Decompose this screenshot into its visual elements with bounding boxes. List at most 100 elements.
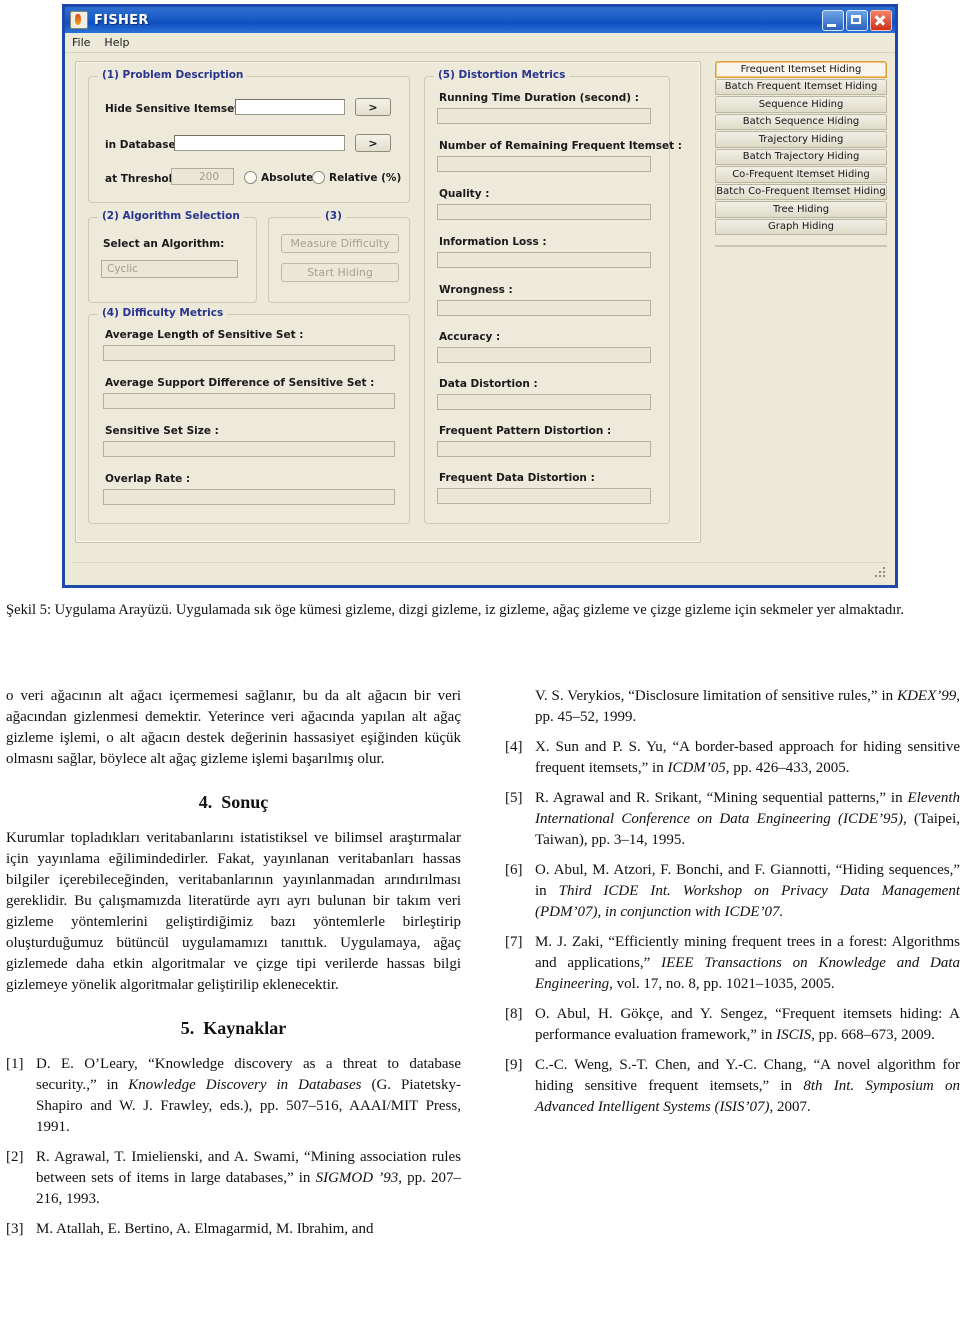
section-number-references: 5. (180, 1018, 195, 1039)
label-sensitive-set-size: Sensitive Set Size : (105, 425, 219, 437)
radio-absolute[interactable]: Absolute (244, 171, 313, 184)
group-actions: (3) Measure Difficulty Start Hiding (268, 210, 410, 303)
reference-text: , vol. 17, no. 8, pp. 1021–1035, 2005. (609, 976, 835, 992)
group-difficulty-metrics: (4) Difficulty Metrics Average Length of… (88, 307, 410, 524)
label-frequent-data-distortion: Frequent Data Distortion : (439, 472, 595, 484)
menu-item-file[interactable]: File (72, 36, 90, 49)
output-overlap-rate (103, 489, 395, 505)
reference-title-italic: KDEX’99 (897, 688, 957, 704)
measure-difficulty-button[interactable]: Measure Difficulty (281, 234, 399, 253)
input-hide-sensitive-itemset-set[interactable] (235, 99, 345, 115)
browse-itemset-button[interactable]: > (355, 98, 391, 116)
reference-title-italic: ISCIS (776, 1027, 812, 1043)
output-frequent-data-distortion (437, 488, 651, 504)
reference-text: R. Agrawal and R. Srikant, “Mining seque… (535, 790, 908, 806)
paragraph-conclusion: Kurumlar topladıkları veritabanlarını is… (6, 830, 461, 994)
tab-batch-sequence-hiding[interactable]: Batch Sequence Hiding (715, 113, 887, 130)
output-data-distortion (437, 394, 651, 410)
radio-relative[interactable]: Relative (%) (312, 171, 401, 184)
right-text-column: V. S. Verykios, “Disclosure limitation o… (505, 686, 960, 1127)
output-frequent-pattern-distortion (437, 441, 651, 457)
label-overlap-rate: Overlap Rate : (105, 473, 191, 485)
maximize-icon[interactable] (846, 10, 868, 31)
output-average-length-of-sensitive-set (103, 345, 395, 361)
label-data-distortion: Data Distortion : (439, 378, 538, 390)
menu-bar: File Help (65, 33, 895, 53)
radio-relative-dot[interactable] (312, 171, 325, 184)
section-title-conclusion: Sonuç (221, 792, 269, 812)
minimize-icon[interactable] (822, 10, 844, 31)
reference-item: [6] O. Abul, M. Atzori, F. Bonchi, and F.… (505, 860, 960, 923)
reference-item: [9] C.-C. Weng, S.-T. Chen, and Y.-C. Cha… (505, 1055, 960, 1118)
tab-tree-hiding[interactable]: Tree Hiding (715, 201, 887, 218)
label-information-loss: Information Loss : (439, 236, 547, 248)
tab-frequent-itemset-hiding[interactable]: Frequent Itemset Hiding (715, 61, 887, 78)
output-information-loss (437, 252, 651, 268)
group-distortion-metrics: (5) Distortion Metrics Running Time Dura… (424, 69, 682, 524)
reference-text: M. Atallah, E. Bertino, A. Elmagarmid, M… (36, 1221, 374, 1238)
reference-tag: [2] (6, 1149, 24, 1166)
application-window: FISHER File Help (1) Problem Description… (62, 4, 898, 588)
reference-tag: [4] (505, 739, 523, 755)
browse-database-button[interactable]: > (355, 134, 391, 152)
app-content: (1) Problem Description Hide Sensitive I… (65, 53, 895, 585)
reference-tag: [8] (505, 1006, 523, 1022)
tab-sequence-hiding[interactable]: Sequence Hiding (715, 96, 887, 113)
reference-item: [7] M. J. Zaki, “Efficiently mining frequ… (505, 932, 960, 995)
menu-item-help[interactable]: Help (104, 36, 129, 49)
output-average-support-difference-of-sensitive-set (103, 393, 395, 409)
label-quality: Quality : (439, 188, 490, 200)
label-at-threshold: at Threshold (105, 173, 180, 185)
reference-item: [4] X. Sun and P. S. Yu, “A border-based … (505, 737, 960, 779)
window-title: FISHER (94, 12, 149, 28)
tab-co-frequent-itemset-hiding[interactable]: Co-Frequent Itemset Hiding (715, 166, 887, 183)
input-in-database[interactable] (174, 135, 345, 151)
output-sensitive-set-size (103, 441, 395, 457)
tab-batch-co-frequent-itemset-hiding[interactable]: Batch Co-Frequent Itemset Hiding (715, 183, 887, 200)
group-difficulty-metrics-legend: (4) Difficulty Metrics (98, 307, 228, 319)
window-controls (822, 10, 892, 31)
output-wrongness (437, 300, 651, 316)
reference-item: [5] R. Agrawal and R. Srikant, “Mining se… (505, 788, 960, 851)
tab-trajectory-hiding[interactable]: Trajectory Hiding (715, 131, 887, 148)
input-threshold[interactable]: 200 (171, 168, 234, 185)
resize-grip-icon[interactable] (873, 565, 887, 579)
figure-caption: Şekil 5: Uygulama Arayüzü. Uygulamada sı… (6, 602, 904, 618)
tab-batch-trajectory-hiding[interactable]: Batch Trajectory Hiding (715, 148, 887, 165)
section-title-references: Kaynaklar (203, 1018, 287, 1039)
group-algorithm-selection-legend: (2) Algorithm Selection (98, 210, 244, 222)
output-number-of-remaining-frequent-itemset (437, 156, 651, 172)
reference-tag: [3] (6, 1221, 24, 1238)
flame-icon (70, 11, 88, 29)
reference-tag: [7] (505, 934, 523, 950)
group-problem-description-legend: (1) Problem Description (98, 69, 248, 81)
section-heading-references: 5. Kaynaklar (6, 1016, 461, 1041)
tab-batch-frequent-itemset-hiding[interactable]: Batch Frequent Itemset Hiding (715, 78, 887, 95)
reference-text: , 2007. (769, 1099, 811, 1115)
output-accuracy (437, 347, 651, 363)
label-in-database: in Database (105, 139, 176, 151)
label-average-support-difference-of-sensitive-set: Average Support Difference of Sensitive … (105, 377, 375, 389)
select-algorithm[interactable]: Cyclic (101, 260, 238, 278)
hiding-mode-tab-list: Frequent Itemset Hiding Batch Frequent I… (715, 61, 887, 236)
radio-absolute-dot[interactable] (244, 171, 257, 184)
label-number-of-remaining-frequent-itemset: Number of Remaining Frequent Itemset : (439, 140, 682, 152)
tab-graph-hiding[interactable]: Graph Hiding (715, 218, 887, 235)
label-wrongness: Wrongness : (439, 284, 513, 296)
start-hiding-button[interactable]: Start Hiding (281, 263, 399, 282)
reference-item: [2] R. Agrawal, T. Imielienski, and A. Sw… (6, 1147, 461, 1210)
section-heading-conclusion: 4. Sonuç (6, 790, 461, 815)
left-text-column: o veri ağacının alt ağacı içermemesi sağ… (6, 686, 461, 1249)
reference-title-italic: SIGMOD ’93 (315, 1170, 399, 1187)
group-actions-legend: (3) (321, 210, 346, 222)
status-bar (73, 562, 887, 583)
reference-tag: [5] (505, 790, 523, 806)
reference-item: V. S. Verykios, “Disclosure limitation o… (505, 686, 960, 728)
output-running-time-duration (437, 108, 651, 124)
reference-list-left: [1] D. E. O’Leary, “Knowledge discovery a… (6, 1054, 461, 1240)
close-icon[interactable] (870, 10, 892, 31)
reference-item: [3] M. Atallah, E. Bertino, A. Elmagarmid… (6, 1219, 461, 1240)
section-number-conclusion: 4. (198, 792, 213, 812)
reference-tag: [9] (505, 1057, 523, 1073)
tab-strip-underline (715, 245, 887, 247)
